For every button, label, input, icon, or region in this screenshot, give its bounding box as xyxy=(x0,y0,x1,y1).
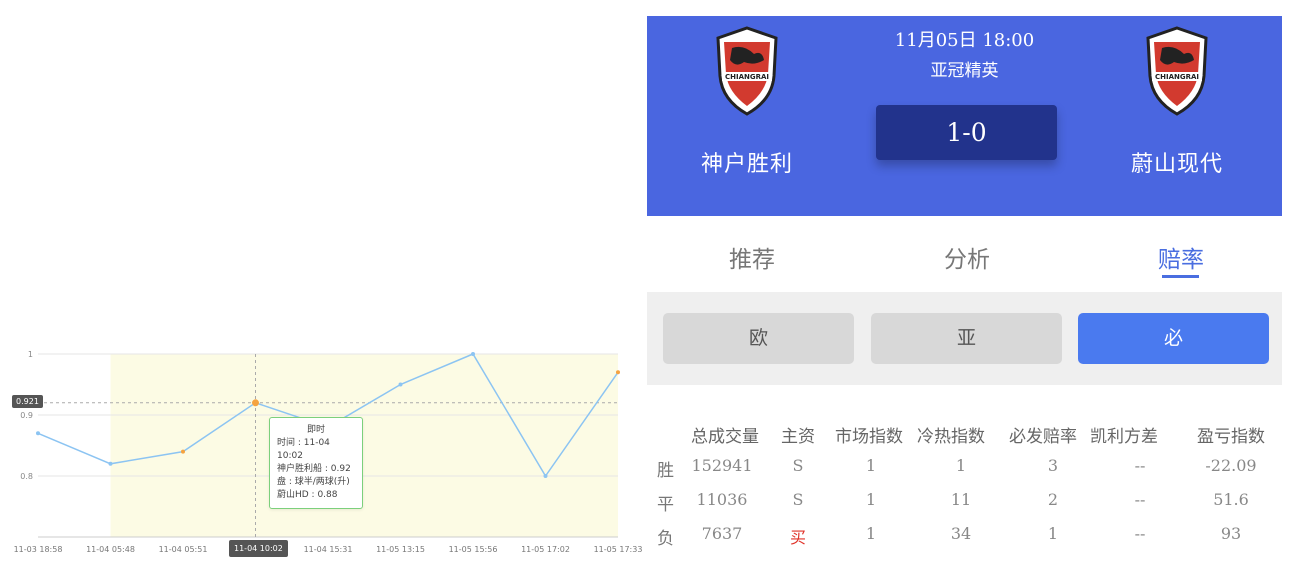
row-label-loss: 负 xyxy=(657,529,674,549)
data-point[interactable] xyxy=(181,449,185,454)
cell-volume: 11036 xyxy=(696,490,748,509)
cell-hot-cold-index: 11 xyxy=(950,490,972,509)
match-panel: CHIANGRAI 神户胜利 11月05日 18:00 亚冠精英 1-0 CHI… xyxy=(647,16,1282,568)
away-team-crest-icon: CHIANGRAI xyxy=(1146,26,1208,116)
cell-main-capital-buy: 买 xyxy=(789,528,806,547)
cell-hot-cold-index: 1 xyxy=(955,456,967,475)
cell-hot-cold-index: 34 xyxy=(950,524,972,543)
tooltip-title: 即时 xyxy=(306,425,325,435)
home-team-name: 神户胜利 xyxy=(700,152,793,177)
x-axis-pointer-label: 11-04 10:02 xyxy=(229,540,288,557)
x-tick-label: 11-03 18:58 xyxy=(14,545,63,554)
tooltip-time: 时间 : 11-04 10:02 xyxy=(277,438,330,461)
cell-main-capital: S xyxy=(792,490,804,509)
odds-chart: 1 0.9 0.8 11-03 18:58 11-04 05:48 11-04 05:51… xyxy=(0,0,646,568)
highlight-band xyxy=(110,354,618,537)
subtab-european[interactable]: 欧 xyxy=(663,313,854,364)
x-tick-label: 11-05 13:15 xyxy=(376,545,425,554)
data-point[interactable] xyxy=(471,352,475,356)
cell-betfair-odds: 2 xyxy=(1047,490,1059,509)
header-main-capital: 主资 xyxy=(781,427,815,447)
cell-volume: 152941 xyxy=(691,456,753,475)
y-axis-pointer-label: 0.921 xyxy=(12,395,43,408)
cell-market-index: 1 xyxy=(865,456,877,475)
header-total-volume: 总成交量 xyxy=(691,427,759,447)
data-point[interactable] xyxy=(543,474,548,478)
cell-kelly-variance: -- xyxy=(1134,456,1146,475)
x-tick-label: 11-05 15:56 xyxy=(449,545,498,554)
cell-kelly-variance: -- xyxy=(1134,490,1146,509)
header-profit-loss-index: 盈亏指数 xyxy=(1197,427,1265,447)
data-point[interactable] xyxy=(108,461,113,466)
tooltip-home-odds: 神户胜利船 : 0.92 xyxy=(277,464,351,474)
subtab-betfair[interactable]: 必 xyxy=(1078,313,1269,364)
y-tick-label: 0.9 xyxy=(20,411,33,420)
row-label-win: 胜 xyxy=(657,461,674,481)
cell-kelly-variance: -- xyxy=(1134,524,1146,543)
header-kelly-variance: 凯利方差 xyxy=(1090,427,1158,447)
cell-main-capital: S xyxy=(792,456,804,475)
data-point[interactable] xyxy=(398,382,403,387)
tab-odds[interactable]: 赔率 xyxy=(1131,240,1231,274)
match-header: CHIANGRAI 神户胜利 11月05日 18:00 亚冠精英 1-0 CHI… xyxy=(647,16,1282,216)
cell-volume: 7637 xyxy=(701,524,743,543)
cell-market-index: 1 xyxy=(865,490,877,509)
table-row: 胜 152941 S 1 1 3 -- -22.09 xyxy=(647,456,1282,490)
header-hot-cold-index: 冷热指数 xyxy=(917,427,985,447)
data-point[interactable] xyxy=(616,370,620,375)
chart-tooltip: 即时 时间 : 11-04 10:02 神户胜利船 : 0.92 盘 : 球半/… xyxy=(269,417,363,509)
subtab-asian[interactable]: 亚 xyxy=(871,313,1062,364)
data-point[interactable] xyxy=(36,431,40,436)
x-tick-label: 11-05 17:33 xyxy=(594,545,643,554)
x-tick-label: 11-04 05:48 xyxy=(86,545,135,554)
away-team[interactable]: CHIANGRAI 蔚山现代 xyxy=(1107,26,1247,178)
odds-type-tabs: 欧 亚 必 xyxy=(647,292,1282,385)
tab-analysis[interactable]: 分析 xyxy=(917,240,1017,274)
crest-text: CHIANGRAI xyxy=(1155,73,1199,81)
away-team-name: 蔚山现代 xyxy=(1130,152,1223,177)
header-market-index: 市场指数 xyxy=(835,427,903,447)
x-tick-label: 11-04 15:31 xyxy=(304,545,353,554)
cell-market-index: 1 xyxy=(865,524,877,543)
cell-profit-loss: 51.6 xyxy=(1213,490,1249,509)
tab-recommend[interactable]: 推荐 xyxy=(702,240,802,274)
tooltip-handicap: 盘 : 球半/两球(升) xyxy=(277,477,350,487)
main-tabs: 推荐 分析 赔率 xyxy=(647,216,1282,293)
match-score: 1-0 xyxy=(876,105,1057,160)
table-row: 平 11036 S 1 11 2 -- 51.6 xyxy=(647,490,1282,524)
cell-betfair-odds: 1 xyxy=(1047,524,1059,543)
data-point[interactable] xyxy=(252,399,259,407)
cell-profit-loss: 93 xyxy=(1220,524,1242,543)
cell-betfair-odds: 3 xyxy=(1047,456,1059,475)
tooltip-away-odds: 蔚山HD : 0.88 xyxy=(277,490,338,500)
header-betfair-odds: 必发赔率 xyxy=(1009,427,1077,447)
x-tick-label: 11-04 05:51 xyxy=(159,545,208,554)
y-tick-label: 1 xyxy=(28,350,33,359)
cell-profit-loss: -22.09 xyxy=(1205,456,1257,475)
row-label-draw: 平 xyxy=(657,495,674,515)
x-tick-label: 11-05 17:02 xyxy=(521,545,570,554)
active-tab-indicator xyxy=(1162,275,1199,278)
y-tick-label: 0.8 xyxy=(20,472,33,481)
table-row: 负 7637 买 1 34 1 -- 93 xyxy=(647,524,1282,558)
